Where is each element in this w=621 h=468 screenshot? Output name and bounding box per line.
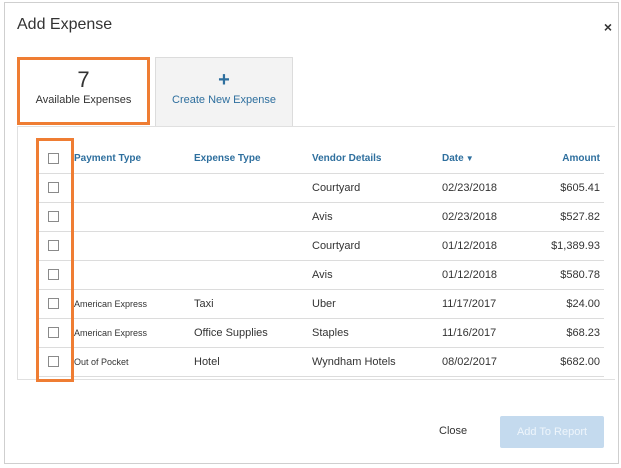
cell-payment-type <box>74 202 194 232</box>
header-payment-type[interactable]: Payment Type <box>74 145 194 174</box>
table-row[interactable]: Out of Pocket Hotel Wyndham Hotels 08/02/20… <box>38 347 604 377</box>
row-checkbox-cell <box>38 173 74 203</box>
cell-amount: $1,389.93 <box>534 231 604 261</box>
cell-amount: $605.41 <box>534 173 604 203</box>
cell-date: 02/23/2018 <box>442 202 534 232</box>
row-checkbox[interactable] <box>48 298 59 310</box>
row-checkbox[interactable] <box>48 327 59 339</box>
table-row[interactable]: Avis 02/23/2018 $527.82 <box>38 202 604 232</box>
cell-date: 01/12/2018 <box>442 260 534 290</box>
cell-amount: $580.78 <box>534 260 604 290</box>
cell-amount: $68.23 <box>534 318 604 348</box>
select-all-checkbox[interactable] <box>48 153 59 165</box>
cell-vendor: Uber <box>312 289 442 319</box>
cell-date: 11/17/2017 <box>442 289 534 319</box>
cell-date: 08/02/2017 <box>442 347 534 377</box>
cell-expense-type <box>194 202 312 232</box>
table-row[interactable]: Avis 01/12/2018 $580.78 <box>38 260 604 290</box>
row-checkbox[interactable] <box>48 269 59 281</box>
row-checkbox[interactable] <box>48 211 59 223</box>
table-row[interactable]: Courtyard 01/12/2018 $1,389.93 <box>38 231 604 261</box>
close-icon[interactable]: × <box>604 19 612 35</box>
table-row[interactable]: Courtyard 02/23/2018 $605.41 <box>38 173 604 203</box>
cell-date: 02/23/2018 <box>442 173 534 203</box>
row-checkbox[interactable] <box>48 356 59 368</box>
tab-create-new-expense[interactable]: + Create New Expense <box>155 57 293 127</box>
row-checkbox-cell <box>38 231 74 261</box>
cell-expense-type <box>194 231 312 261</box>
cell-vendor: Avis <box>312 260 442 290</box>
add-to-report-button[interactable]: Add To Report <box>500 416 604 448</box>
cell-expense-type <box>194 260 312 290</box>
tab-available-label: Available Expenses <box>35 94 132 106</box>
tab-create-label: Create New Expense <box>172 94 276 106</box>
cell-vendor: Wyndham Hotels <box>312 347 442 377</box>
row-checkbox[interactable] <box>48 182 59 194</box>
cell-expense-type: Hotel <box>194 347 312 377</box>
cell-vendor: Staples <box>312 318 442 348</box>
cell-date: 11/16/2017 <box>442 318 534 348</box>
header-expense-type[interactable]: Expense Type <box>194 145 312 174</box>
header-vendor-details[interactable]: Vendor Details <box>312 145 442 174</box>
cell-payment-type: American Express <box>74 289 194 319</box>
cell-vendor: Courtyard <box>312 231 442 261</box>
select-all-cell <box>38 145 74 174</box>
header-date[interactable]: Date ▼ <box>442 145 534 174</box>
table-header-row: Payment Type Expense Type Vendor Details… <box>38 145 604 174</box>
cell-payment-type: American Express <box>74 318 194 348</box>
cell-payment-type <box>74 231 194 261</box>
cell-date: 01/12/2018 <box>442 231 534 261</box>
expenses-table: Payment Type Expense Type Vendor Details… <box>38 145 604 377</box>
row-checkbox-cell <box>38 347 74 377</box>
cell-payment-type <box>74 173 194 203</box>
dialog-title: Add Expense <box>17 16 113 33</box>
plus-icon: + <box>218 69 230 91</box>
cell-payment-type: Out of Pocket <box>74 347 194 377</box>
table-row[interactable]: American Express Office Supplies Staples 11… <box>38 318 604 348</box>
close-button[interactable]: Close <box>439 425 467 437</box>
row-checkbox-cell <box>38 202 74 232</box>
cell-amount: $527.82 <box>534 202 604 232</box>
cell-expense-type <box>194 173 312 203</box>
cell-vendor: Courtyard <box>312 173 442 203</box>
cell-payment-type <box>74 260 194 290</box>
header-date-label: Date <box>442 153 464 165</box>
row-checkbox-cell <box>38 260 74 290</box>
row-checkbox-cell <box>38 318 74 348</box>
header-amount[interactable]: Amount <box>534 145 604 174</box>
available-count: 7 <box>77 67 90 92</box>
cell-expense-type: Office Supplies <box>194 318 312 348</box>
cell-amount: $24.00 <box>534 289 604 319</box>
row-checkbox[interactable] <box>48 240 59 252</box>
row-checkbox-cell <box>38 289 74 319</box>
cell-expense-type: Taxi <box>194 289 312 319</box>
tab-available-expenses[interactable]: 7 Available Expenses <box>17 57 150 125</box>
cell-amount: $682.00 <box>534 347 604 377</box>
cell-vendor: Avis <box>312 202 442 232</box>
table-row[interactable]: American Express Taxi Uber 11/17/2017 $24.00 <box>38 289 604 319</box>
sort-desc-icon: ▼ <box>465 154 474 164</box>
